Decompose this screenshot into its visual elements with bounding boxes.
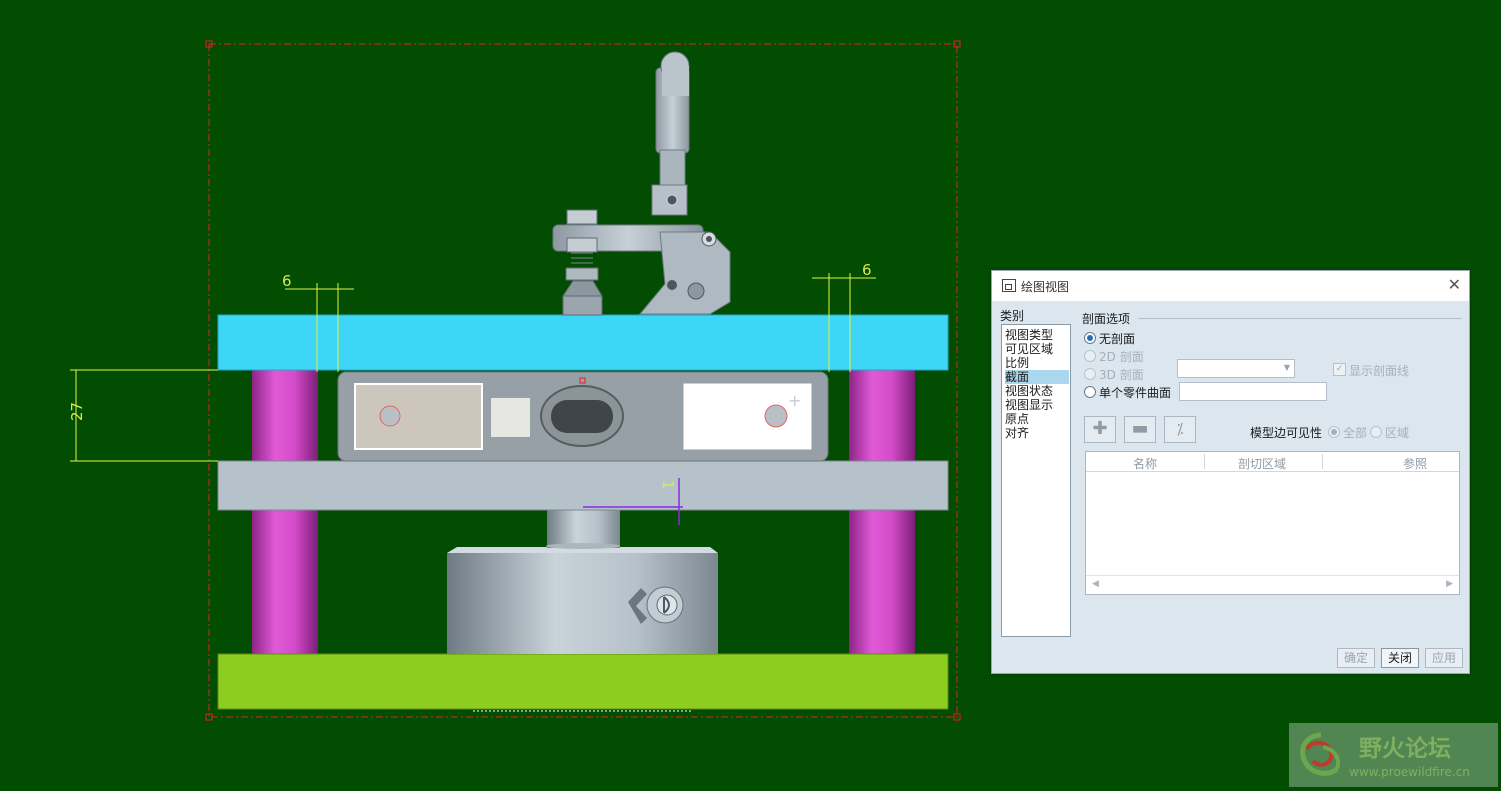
dimension-height-value: 27 xyxy=(68,402,86,421)
radio-2d-section-label: 2D 剖面 xyxy=(1099,350,1144,364)
section-options-divider xyxy=(1138,318,1462,319)
table-horizontal-scrollbar[interactable]: ◀ ▶ xyxy=(1086,575,1459,594)
close-button[interactable]: 关闭 xyxy=(1381,648,1420,668)
radio-no-section-label: 无剖面 xyxy=(1099,332,1136,346)
category-item-view-display[interactable]: 视图显示 xyxy=(1005,398,1069,412)
radio-visibility-area[interactable] xyxy=(1370,426,1382,438)
column-header-cut-area[interactable]: 剖切区域 xyxy=(1238,455,1286,472)
dimension-left-top-value: 6 xyxy=(282,272,292,290)
fixture-pad-left xyxy=(354,383,483,450)
column-header-reference[interactable]: 参照 xyxy=(1403,455,1427,472)
forum-logo-icon xyxy=(1300,732,1340,776)
minus-icon: ▬ xyxy=(1131,418,1149,439)
radio-visibility-area-label: 区域 xyxy=(1385,426,1410,440)
section-options-label: 剖面选项 xyxy=(1082,312,1131,326)
left-pillar xyxy=(252,370,318,655)
show-hatch-checkbox[interactable]: ✓ xyxy=(1333,363,1346,376)
radio-single-part-surface[interactable] xyxy=(1084,386,1096,398)
drawing-view-icon xyxy=(1002,279,1016,292)
category-item-alignment[interactable]: 对齐 xyxy=(1005,426,1069,440)
dialog-titlebar[interactable]: 绘图视图 ✕ xyxy=(992,271,1469,301)
section-marker-label: 1 xyxy=(659,480,677,490)
watermark-title: 野火论坛 xyxy=(1359,736,1451,762)
close-icon[interactable]: ✕ xyxy=(1448,275,1461,294)
scroll-left-icon[interactable]: ◀ xyxy=(1092,579,1099,589)
right-pillar xyxy=(849,370,915,655)
plus-mark: + xyxy=(788,391,801,410)
radio-2d-section[interactable] xyxy=(1084,350,1096,362)
pin-hole-left xyxy=(379,405,401,427)
radio-visibility-all-label: 全部 xyxy=(1343,426,1368,440)
flip-section-button[interactable]: ⁒ xyxy=(1164,416,1196,443)
plus-icon: ✚ xyxy=(1092,418,1108,439)
radio-visibility-all[interactable] xyxy=(1328,426,1340,438)
forum-watermark: 野火论坛 www.proewildfire.cn xyxy=(1289,723,1498,787)
apply-button[interactable]: 应用 xyxy=(1425,648,1464,668)
drawing-view-dialog: 绘图视图 ✕ 类别 视图类型 可见区域 比例 截面 视图状态 视图显示 原点 对… xyxy=(991,270,1470,674)
single-surface-input[interactable] xyxy=(1179,382,1327,401)
radio-3d-section-label: 3D 剖面 xyxy=(1099,368,1144,382)
watermark-url: www.proewildfire.cn xyxy=(1349,765,1470,779)
cylinder-neck-top xyxy=(546,543,620,549)
fixture-square xyxy=(491,398,530,437)
toggle-clamp xyxy=(552,51,731,316)
fixture-slot-inner xyxy=(551,400,613,433)
category-item-sections[interactable]: 截面 xyxy=(1005,370,1069,384)
chevron-down-icon: ▼ xyxy=(1283,363,1290,372)
category-label: 类别 xyxy=(1000,309,1025,323)
scroll-right-icon[interactable]: ▶ xyxy=(1446,579,1453,589)
model-edge-visibility-label: 模型边可见性 xyxy=(1250,426,1323,440)
category-list[interactable]: 视图类型 可见区域 比例 截面 视图状态 视图显示 原点 对齐 xyxy=(1001,324,1071,637)
pin-hole-right xyxy=(764,404,788,428)
column-header-name[interactable]: 名称 xyxy=(1133,455,1157,472)
category-item-scale[interactable]: 比例 xyxy=(1005,356,1069,370)
radio-single-part-surface-label: 单个零件曲面 xyxy=(1099,386,1172,400)
section-table-header: 名称 剖切区域 参照 xyxy=(1086,452,1459,472)
radio-no-section[interactable] xyxy=(1084,332,1096,344)
dimension-right-top-value: 6 xyxy=(862,261,872,279)
remove-section-button[interactable]: ▬ xyxy=(1124,416,1156,443)
middle-plate xyxy=(217,460,949,511)
base-plate xyxy=(217,653,949,710)
category-item-origin[interactable]: 原点 xyxy=(1005,412,1069,426)
section-dropdown[interactable]: ▼ xyxy=(1177,359,1295,378)
cylinder-neck xyxy=(547,510,620,548)
show-hatch-label: 显示剖面线 xyxy=(1349,364,1410,378)
dialog-title: 绘图视图 xyxy=(1021,280,1070,294)
add-section-button[interactable]: ✚ xyxy=(1084,416,1116,443)
ok-button[interactable]: 确定 xyxy=(1337,648,1376,668)
category-item-visible-area[interactable]: 可见区域 xyxy=(1005,342,1069,356)
flip-icon: ⁒ xyxy=(1176,420,1184,438)
dimension-height[interactable] xyxy=(70,369,218,462)
category-item-view-type[interactable]: 视图类型 xyxy=(1005,328,1069,342)
radio-3d-section[interactable] xyxy=(1084,368,1096,380)
category-item-view-states[interactable]: 视图状态 xyxy=(1005,384,1069,398)
section-table[interactable]: 名称 剖切区域 参照 ◀ ▶ xyxy=(1085,451,1460,595)
top-plate xyxy=(217,314,949,371)
